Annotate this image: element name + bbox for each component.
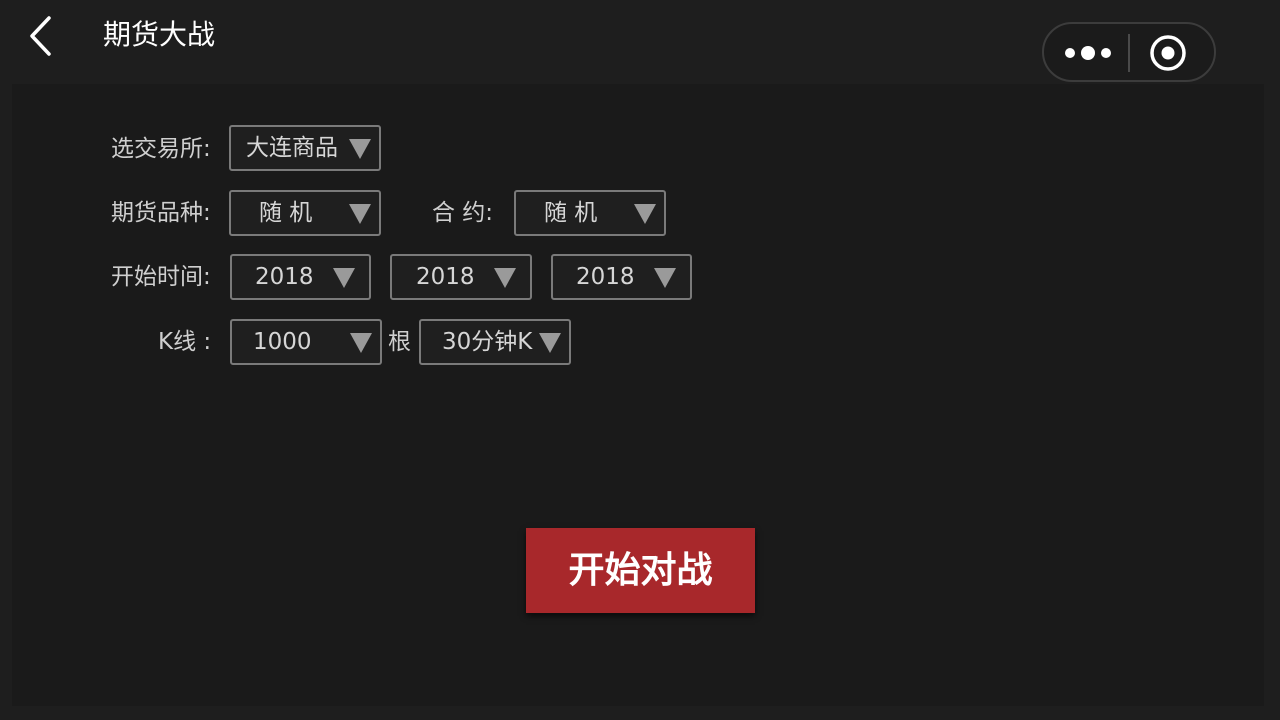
variety-value: 随 机 — [259, 200, 313, 226]
exchange-select[interactable]: 大连商品 — [229, 125, 381, 171]
dropdown-arrow-icon — [539, 333, 561, 353]
dropdown-arrow-icon — [350, 333, 372, 353]
start-battle-button[interactable]: 开始对战 — [526, 528, 755, 613]
kline-count-value: 1000 — [253, 329, 312, 355]
more-button[interactable] — [1060, 38, 1116, 68]
kline-unit-label: 根 — [388, 329, 411, 355]
kline-label: K线 : — [158, 329, 212, 355]
dropdown-arrow-icon — [494, 268, 516, 288]
capsule-divider — [1128, 34, 1130, 72]
start-month-value: 2018 — [416, 264, 475, 290]
contract-label: 合 约: — [432, 200, 494, 226]
target-close-icon — [1150, 35, 1186, 71]
back-button[interactable] — [18, 10, 62, 60]
kline-period-select[interactable]: 30分钟K — [419, 319, 571, 365]
navigation-bar: 期货大战 — [0, 0, 1280, 82]
exchange-label: 选交易所: — [111, 136, 211, 162]
dropdown-arrow-icon — [634, 204, 656, 224]
dropdown-arrow-icon — [654, 268, 676, 288]
chevron-left-icon — [30, 16, 51, 56]
start-year-select[interactable]: 2018 — [230, 254, 371, 300]
variety-label: 期货品种: — [111, 200, 211, 226]
dropdown-arrow-icon — [349, 204, 371, 224]
contract-select[interactable]: 随 机 — [514, 190, 666, 236]
start-day-select[interactable]: 2018 — [551, 254, 692, 300]
start-year-value: 2018 — [255, 264, 314, 290]
start-time-label: 开始时间: — [111, 264, 211, 290]
more-dots-icon — [1065, 46, 1111, 60]
exchange-value: 大连商品 — [246, 135, 338, 161]
variety-select[interactable]: 随 机 — [229, 190, 381, 236]
close-button[interactable] — [1148, 33, 1188, 73]
dropdown-arrow-icon — [349, 139, 371, 159]
kline-count-select[interactable]: 1000 — [230, 319, 382, 365]
dropdown-arrow-icon — [333, 268, 355, 288]
start-day-value: 2018 — [576, 264, 635, 290]
start-month-select[interactable]: 2018 — [390, 254, 532, 300]
mini-program-capsule — [1042, 22, 1216, 82]
contract-value: 随 机 — [544, 200, 598, 226]
kline-period-value: 30分钟K — [442, 329, 533, 355]
page-title: 期货大战 — [103, 18, 216, 51]
